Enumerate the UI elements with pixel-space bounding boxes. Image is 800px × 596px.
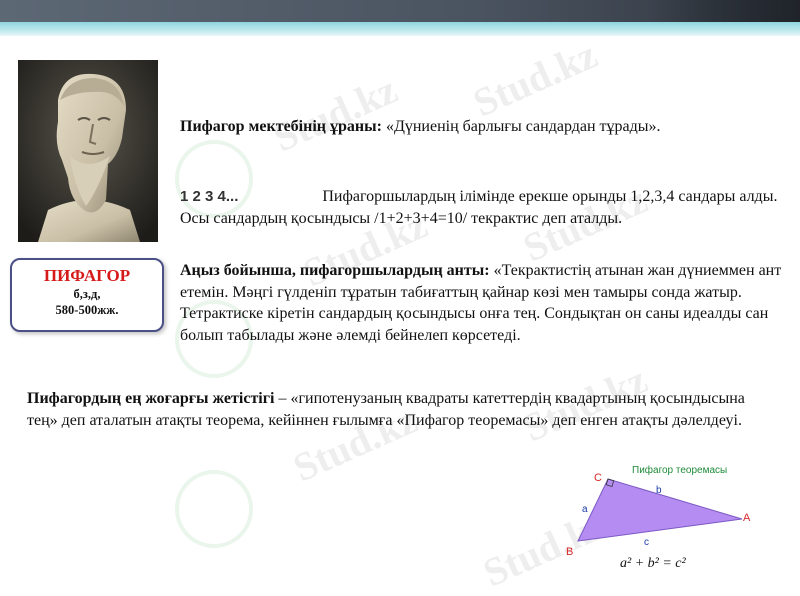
slide-top-stripe xyxy=(0,22,800,36)
theorem-formula: a² + b² = c² xyxy=(620,556,687,570)
oath-paragraph: Аңыз бойынша, пифагоршылардың анты: «Тек… xyxy=(180,260,790,346)
achievement-paragraph: Пифагордың ең жоғарғы жетістігі – «гипот… xyxy=(27,388,762,431)
watermark: Stud.kz xyxy=(266,66,404,161)
numbers-paragraph: 1 2 3 4... Пифагоршылардың ілімінде ерекш… xyxy=(180,186,790,229)
watermark: Stud.kz xyxy=(466,31,604,126)
pythagoras-portrait xyxy=(18,60,158,242)
motto-label: Пифагор мектебінің ұраны: xyxy=(180,118,382,135)
portrait-caption-box: ПИФАГОР б,з,д, 580-500жж. xyxy=(10,258,164,332)
top-bar-accent xyxy=(650,0,800,22)
pythagoras-diagram: Пифагор теоремасы C A B a b c a² + b² = … xyxy=(560,455,790,571)
vertex-c-label: C xyxy=(594,472,602,484)
triangle-figure: Пифагор теоремасы C A B a b c a² + b² = … xyxy=(566,464,751,571)
numbers-icon: 1 2 3 4... xyxy=(180,188,239,205)
achievement-label: Пифагордың ең жоғарғы жетістігі xyxy=(27,390,275,407)
slide-top-bar xyxy=(0,0,800,22)
portrait-years: 580-500жж. xyxy=(55,303,119,317)
motto-text: «Дүниенің барлығы сандардан тұрады». xyxy=(381,118,661,135)
watermark-logo-icon xyxy=(175,470,253,548)
side-c-label: c xyxy=(644,537,649,548)
motto-paragraph: Пифагор мектебінің ұраны: «Дүниенің барл… xyxy=(180,116,790,138)
portrait-name: ПИФАГОР xyxy=(43,266,131,285)
side-a-label: a xyxy=(582,504,588,515)
diagram-title: Пифагор теоремасы xyxy=(632,464,727,476)
numbers-text: Пифагоршылардың ілімінде ерекше орынды 1… xyxy=(180,188,778,227)
side-b-label: b xyxy=(656,485,662,496)
oath-label: Аңыз бойынша, пифагоршылардың анты: xyxy=(180,262,490,279)
vertex-a-label: A xyxy=(743,512,751,524)
portrait-letters: б,з,д, xyxy=(73,287,101,301)
bust-illustration xyxy=(18,60,158,242)
vertex-b-label: B xyxy=(566,546,573,558)
